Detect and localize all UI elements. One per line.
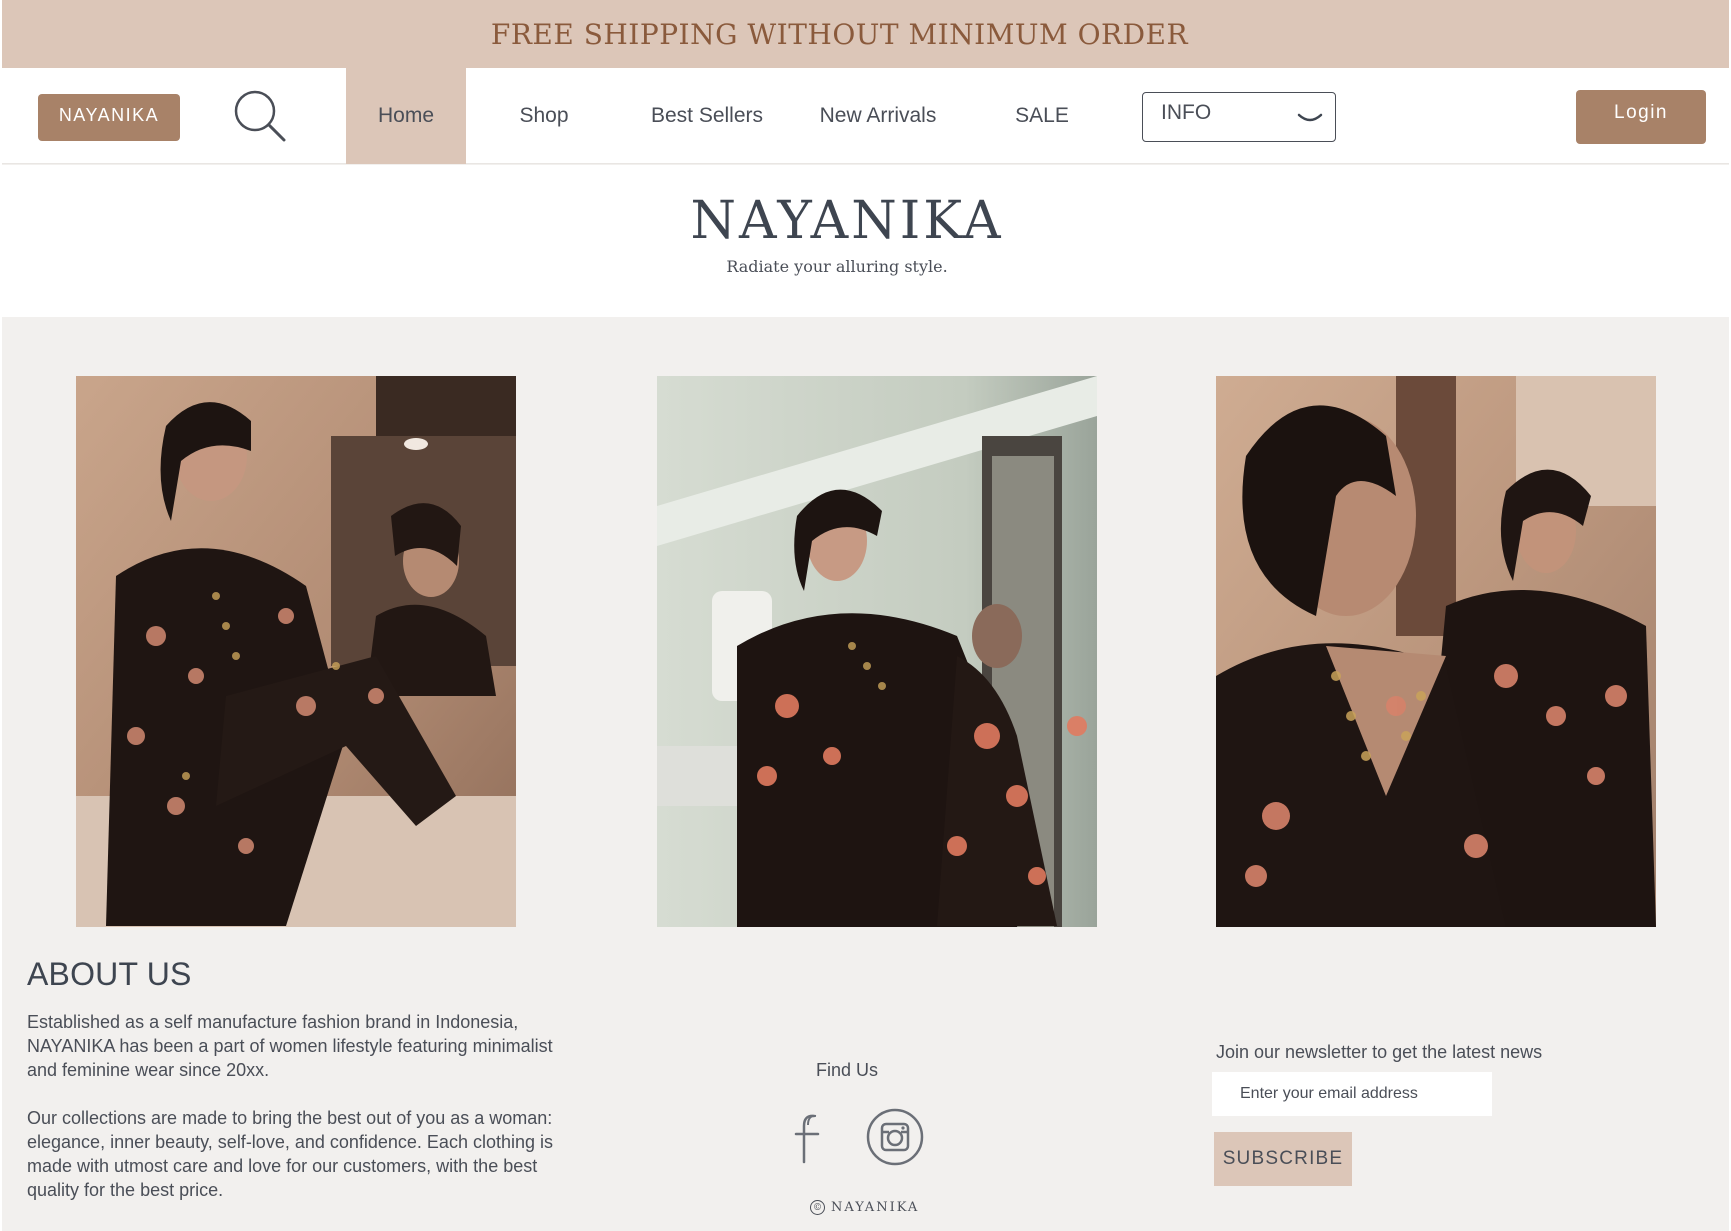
hero-banner: NAYANIKA Radiate your alluring style.: [2, 165, 1729, 317]
about-paragraph: Our collections are made to bring the be…: [27, 1108, 553, 1200]
copyright-icon: ©: [810, 1200, 825, 1215]
find-us-label: Find Us: [816, 1060, 879, 1080]
nav-item-shop[interactable]: Shop: [492, 68, 596, 164]
nav-item-best-sellers[interactable]: Best Sellers: [636, 68, 778, 164]
nav-item-label: Home: [377, 104, 435, 127]
brand-logo-button[interactable]: NAYANIKA: [38, 94, 180, 141]
chevron-down-icon: [1297, 113, 1323, 122]
site-tagline: Radiate your alluring style.: [726, 257, 948, 276]
nav-item-label: Best Sellers: [650, 104, 764, 127]
info-dropdown[interactable]: INFO: [1142, 92, 1336, 142]
about-heading: ABOUT US: [27, 956, 192, 992]
copyright: © NAYANIKA: [810, 1200, 919, 1215]
site-title: NAYANIKA: [690, 191, 1004, 251]
nav-item-label: New Arrivals: [819, 104, 937, 127]
gallery-photo[interactable]: [76, 376, 516, 927]
announcement-text: FREE SHIPPING WITHOUT MINIMUM ORDER: [490, 17, 1189, 51]
about-paragraph: Established as a self manufacture fashio…: [27, 1012, 553, 1080]
nav-item-label: Shop: [519, 104, 569, 127]
page: FREE SHIPPING WITHOUT MINIMUM ORDER NAYA…: [2, 0, 1729, 1231]
copyright-brand: NAYANIKA: [831, 1200, 920, 1215]
search-icon[interactable]: [232, 88, 290, 146]
info-dropdown-label: INFO: [1161, 101, 1212, 124]
main-nav: NAYANIKA Home Shop Best Sellers New Arri…: [2, 68, 1729, 164]
email-field[interactable]: [1212, 1072, 1492, 1116]
nav-item-home[interactable]: Home: [346, 68, 466, 164]
nav-item-sale[interactable]: SALE: [1006, 68, 1078, 164]
newsletter-label: Join our newsletter to get the latest ne…: [1216, 1042, 1543, 1062]
nav-item-new-arrivals[interactable]: New Arrivals: [808, 68, 948, 164]
gallery-photo[interactable]: [1216, 376, 1656, 927]
announcement-bar: FREE SHIPPING WITHOUT MINIMUM ORDER: [2, 0, 1729, 68]
facebook-icon[interactable]: [792, 1112, 828, 1164]
subscribe-button[interactable]: SUBSCRIBE: [1214, 1132, 1352, 1186]
instagram-icon[interactable]: [866, 1108, 924, 1166]
gallery-photo[interactable]: [657, 376, 1097, 927]
nav-item-label: SALE: [1015, 104, 1069, 127]
login-button[interactable]: Login: [1576, 90, 1706, 144]
